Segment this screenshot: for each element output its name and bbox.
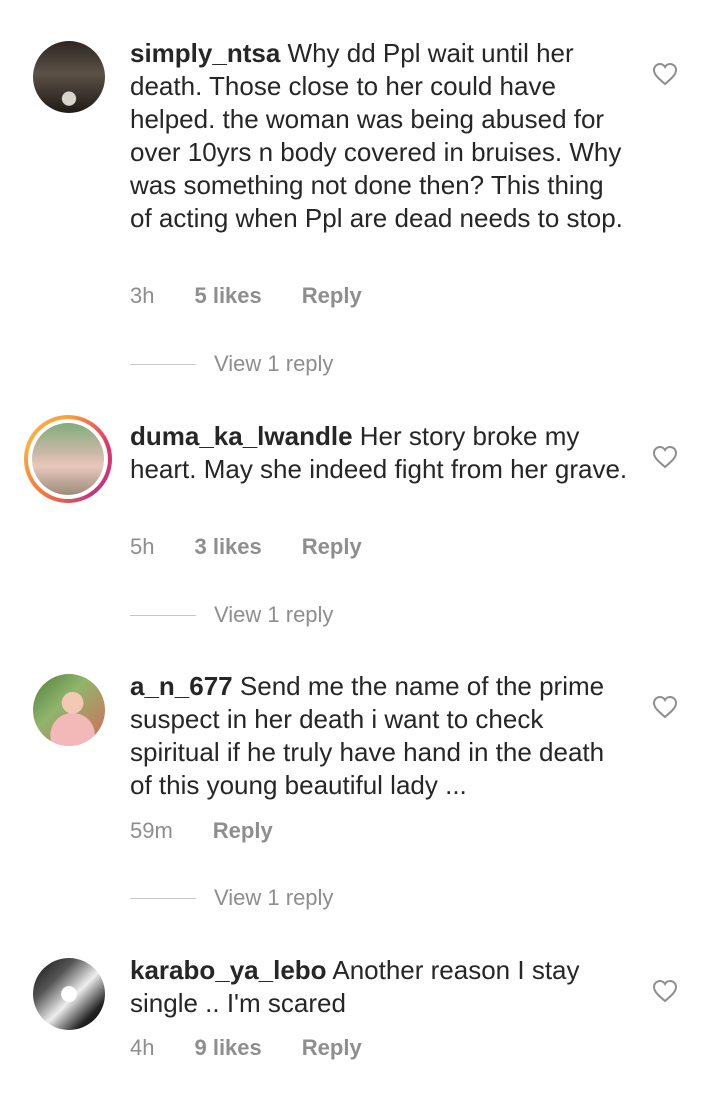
comment-body: duma_ka_lwandle Her story broke my heart… (130, 420, 630, 486)
divider-line (130, 897, 196, 899)
comment-body: simply_ntsa Why dd Ppl wait until her de… (130, 37, 630, 235)
view-replies-label: View 1 reply (214, 885, 334, 910)
heart-icon[interactable] (652, 62, 678, 86)
avatar[interactable] (24, 415, 112, 503)
view-replies-button[interactable]: View 1 reply (130, 885, 333, 911)
view-replies-label: View 1 reply (214, 602, 334, 627)
reply-button[interactable]: Reply (213, 818, 273, 844)
divider-line (130, 363, 196, 365)
divider-line (130, 614, 196, 616)
reply-button[interactable]: Reply (302, 283, 362, 309)
comment-meta: 4h 9 likes Reply (130, 1035, 402, 1061)
comment-time: 5h (130, 534, 155, 559)
avatar[interactable] (33, 674, 105, 746)
heart-icon[interactable] (652, 445, 678, 469)
comment-body: a_n_677 Send me the name of the prime su… (130, 670, 630, 802)
comment-meta: 5h 3 likes Reply (130, 534, 402, 560)
comment-meta: 3h 5 likes Reply (130, 283, 402, 309)
reply-button[interactable]: Reply (302, 534, 362, 560)
reply-button[interactable]: Reply (302, 1035, 362, 1061)
comment-likes[interactable]: 5 likes (194, 283, 261, 309)
view-replies-label: View 1 reply (214, 351, 334, 376)
avatar[interactable] (33, 958, 105, 1030)
comment-body: karabo_ya_lebo Another reason I stay sin… (130, 954, 630, 1020)
heart-icon[interactable] (652, 979, 678, 1003)
comment-meta: 59m Reply (130, 818, 313, 844)
view-replies-button[interactable]: View 1 reply (130, 602, 333, 628)
heart-icon[interactable] (652, 695, 678, 719)
comment-time: 3h (130, 283, 155, 308)
comment-time: 4h (130, 1035, 155, 1060)
comment-username[interactable]: simply_ntsa (130, 38, 280, 68)
comment-likes[interactable]: 9 likes (194, 1035, 261, 1061)
comment-username[interactable]: duma_ka_lwandle (130, 421, 353, 451)
comment-time: 59m (130, 818, 173, 843)
avatar[interactable] (33, 41, 105, 113)
comment-likes[interactable]: 3 likes (194, 534, 261, 560)
view-replies-button[interactable]: View 1 reply (130, 351, 333, 377)
comment-username[interactable]: karabo_ya_lebo (130, 955, 327, 985)
comment-username[interactable]: a_n_677 (130, 671, 233, 701)
